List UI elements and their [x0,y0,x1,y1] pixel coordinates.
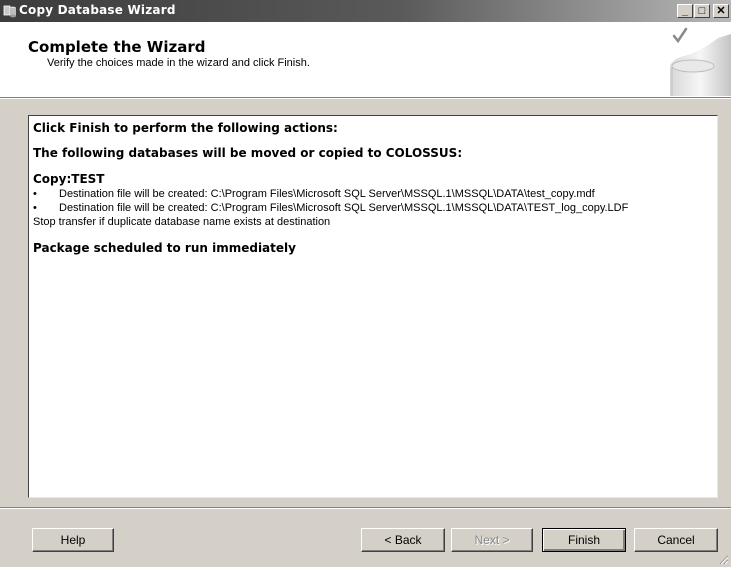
page-subtitle: Verify the choices made in the wizard an… [47,57,310,69]
actions-heading: Click Finish to perform the following ac… [33,121,338,135]
bullet-icon: • [33,202,37,214]
resize-grip-icon[interactable] [717,553,729,565]
list-item-text: Destination file will be created: C:\Pro… [59,188,595,200]
stop-transfer-note: Stop transfer if duplicate database name… [33,216,331,228]
copy-heading: Copy:TEST [33,172,105,186]
wizard-header: Complete the Wizard Verify the choices m… [0,22,731,97]
minimize-button[interactable]: _ [677,4,693,18]
next-button[interactable]: Next > [451,528,533,552]
bullet-icon: • [33,188,37,200]
help-button[interactable]: Help [32,528,114,552]
window-title: Copy Database Wizard [19,3,176,17]
list-item: • Destination file will be created: C:\Pr… [33,188,713,200]
title-bar[interactable]: Copy Database Wizard _ □ ✕ [0,0,731,22]
list-item: • Destination file will be created: C:\Pr… [33,202,713,214]
checkmark-database-icon [660,26,731,96]
wizard-body: Click Finish to perform the following ac… [0,99,731,567]
back-button[interactable]: < Back [361,528,445,552]
maximize-button[interactable]: □ [694,4,710,18]
databases-heading: The following databases will be moved or… [33,146,463,160]
list-item-text: Destination file will be created: C:\Pro… [59,202,629,214]
page-title: Complete the Wizard [28,38,206,56]
footer-separator-highlight [0,508,731,509]
close-button[interactable]: ✕ [713,4,729,18]
summary-textbox[interactable]: Click Finish to perform the following ac… [28,115,718,498]
cancel-button[interactable]: Cancel [634,528,718,552]
finish-button[interactable]: Finish [542,528,626,552]
package-schedule-note: Package scheduled to run immediately [33,241,296,255]
wizard-app-icon[interactable] [3,4,17,18]
